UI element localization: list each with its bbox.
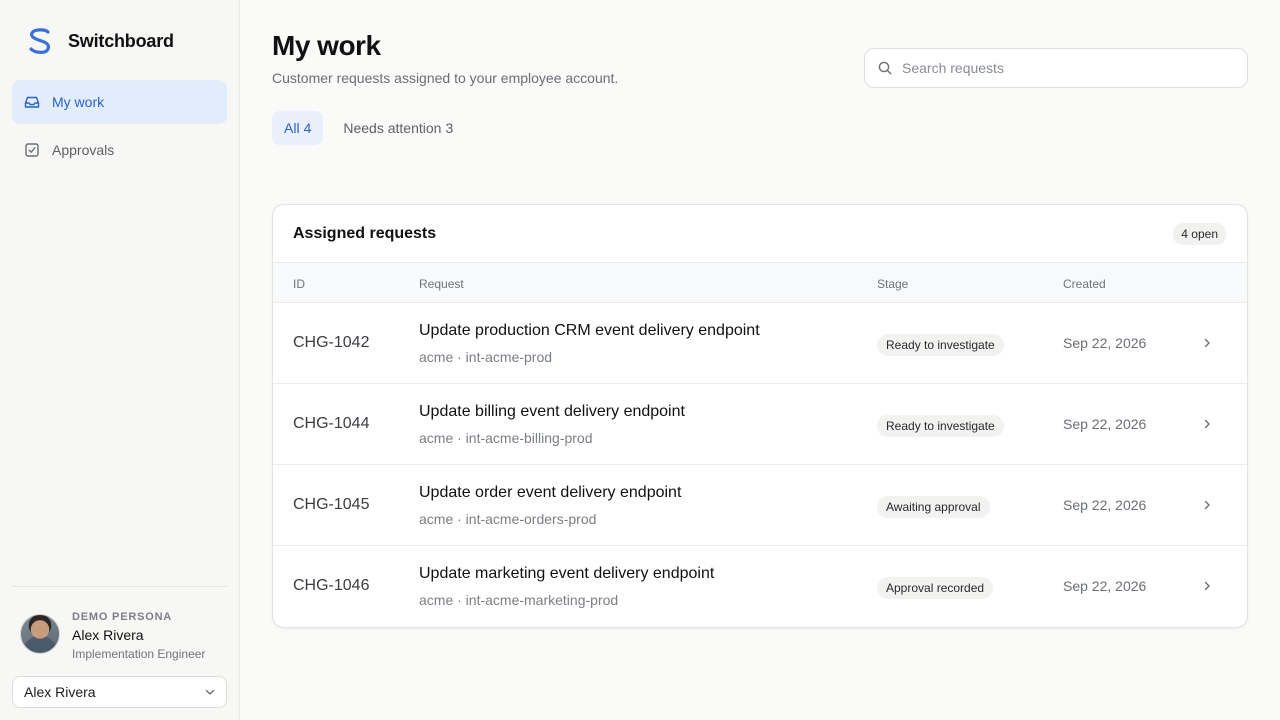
checkbox-icon: [24, 142, 40, 158]
column-header-request: Request: [419, 277, 464, 291]
created-date: Sep 22, 2026: [1063, 497, 1147, 513]
persona-role: Implementation Engineer: [72, 647, 206, 661]
page-title: My work: [272, 30, 381, 61]
stage-badge: Approval recorded: [877, 577, 994, 599]
stage-badge: Ready to investigate: [877, 415, 1004, 437]
chevron-right-icon[interactable]: [1201, 580, 1213, 592]
table-row[interactable]: CHG-1045 Update order event delivery end…: [273, 465, 1247, 546]
chevron-down-icon: [204, 686, 216, 698]
request-title: Update order event delivery endpoint: [419, 484, 682, 501]
persona-name: Alex Rivera: [72, 627, 144, 643]
stage-badge: Awaiting approval: [877, 496, 990, 518]
table-body: CHG-1042 Update production CRM event del…: [273, 303, 1247, 627]
persona-select-value: Alex Rivera: [24, 684, 96, 700]
chevron-right-icon[interactable]: [1201, 499, 1213, 511]
inbox-icon: [24, 94, 40, 110]
stage-badge: Ready to investigate: [877, 334, 1004, 356]
chevron-right-icon[interactable]: [1201, 337, 1213, 349]
open-count-badge: 4 open: [1173, 222, 1226, 245]
tab-label: All: [284, 120, 300, 136]
search-box[interactable]: [864, 48, 1248, 88]
tab-count: 4: [303, 120, 312, 136]
column-header-stage: Stage: [877, 277, 909, 291]
request-subtitle: acme · int-acme-billing-prod: [419, 430, 593, 446]
request-title: Update marketing event delivery endpoint: [419, 565, 715, 582]
column-header-id: ID: [293, 277, 305, 291]
tab-label: Needs attention: [343, 120, 442, 136]
persona-select[interactable]: Alex Rivera: [12, 676, 227, 708]
table-header: ID Request Stage Created: [273, 262, 1247, 303]
search-input[interactable]: [902, 60, 1232, 76]
request-id: CHG-1046: [293, 577, 370, 594]
page-subtitle: Customer requests assigned to your emplo…: [272, 70, 619, 86]
table-row[interactable]: CHG-1046 Update marketing event delivery…: [273, 546, 1247, 627]
sidebar-divider: [12, 586, 227, 587]
tab-all[interactable]: All 4: [272, 111, 324, 145]
card-header: Assigned requests 4 open: [273, 205, 1247, 262]
request-title: Update billing event delivery endpoint: [419, 403, 685, 420]
request-id: CHG-1042: [293, 334, 370, 351]
request-subtitle: acme · int-acme-orders-prod: [419, 511, 597, 527]
request-subtitle: acme · int-acme-marketing-prod: [419, 592, 619, 608]
sidebar: Switchboard My work Approvals DEMO PERSO…: [0, 0, 240, 720]
request-title: Update production CRM event delivery end…: [419, 322, 760, 339]
sidebar-item-label: My work: [52, 94, 105, 110]
avatar: [20, 614, 60, 654]
sidebar-item-approvals[interactable]: Approvals: [12, 128, 227, 172]
app-name: Switchboard: [68, 30, 174, 51]
request-id: CHG-1045: [293, 496, 370, 513]
sidebar-item-my-work[interactable]: My work: [12, 80, 227, 124]
tab-count: 3: [445, 120, 454, 136]
tab-needs-attention[interactable]: Needs attention 3: [331, 111, 465, 145]
persona-card: DEMO PERSONA Alex Rivera Implementation …: [20, 610, 205, 661]
sidebar-nav: My work Approvals: [12, 80, 227, 176]
request-id: CHG-1044: [293, 415, 370, 432]
chevron-right-icon[interactable]: [1201, 418, 1213, 430]
main-content: My work Customer requests assigned to yo…: [240, 0, 1280, 720]
sidebar-item-label: Approvals: [52, 142, 115, 158]
table-row[interactable]: CHG-1042 Update production CRM event del…: [273, 303, 1247, 384]
search-icon: [877, 60, 893, 76]
created-date: Sep 22, 2026: [1063, 578, 1147, 594]
persona-kicker: DEMO PERSONA: [72, 611, 173, 623]
created-date: Sep 22, 2026: [1063, 416, 1147, 432]
column-header-created: Created: [1063, 277, 1106, 291]
filter-tabs: All 4 Needs attention 3: [272, 111, 473, 145]
card-title: Assigned requests: [293, 224, 437, 242]
brand[interactable]: Switchboard: [28, 27, 174, 55]
assigned-requests-card: Assigned requests 4 open ID Request Stag…: [272, 204, 1248, 628]
table-row[interactable]: CHG-1044 Update billing event delivery e…: [273, 384, 1247, 465]
request-subtitle: acme · int-acme-prod: [419, 349, 553, 365]
created-date: Sep 22, 2026: [1063, 335, 1147, 351]
switchboard-logo-icon: [28, 27, 52, 55]
